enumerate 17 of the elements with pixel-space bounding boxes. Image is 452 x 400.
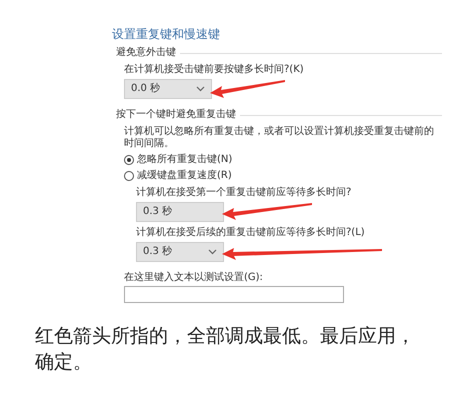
test-input-field[interactable] — [124, 286, 344, 303]
description-text: 计算机可以忽略所有重复击键，或者可以设置计算机接受重复击键前的时间间隔。 — [124, 126, 435, 150]
page-title: 设置重复键和慢速键 — [112, 26, 221, 42]
group-legend: 避免意外击键 — [116, 47, 176, 59]
radio-option[interactable]: 减缓键盘重复速度(R) — [124, 170, 442, 182]
setting-label: 在计算机接受击键前要按键多长时间?(K) — [124, 64, 305, 76]
caption-text: 红色箭头所指的，全部调成最低。最后应用，确定。 — [35, 324, 416, 375]
chevron-icon — [196, 86, 205, 92]
time-dropdown[interactable]: 0.3 秒 — [136, 202, 224, 222]
time-dropdown[interactable]: 0.0 秒 — [124, 79, 212, 99]
setting-label: 计算机在接受第一个重复击键前应等待多长时间? — [136, 187, 352, 199]
setting-label: 计算机在接受后续的重复击键前应等待多长时间?(L) — [136, 227, 366, 239]
radio-option[interactable]: 忽略所有重复击键(N) — [124, 154, 442, 166]
time-dropdown[interactable]: 0.3 秒 — [136, 242, 224, 262]
group-legend: 按下一个键时避免重复击键 — [116, 109, 236, 121]
field-label: 在这里键入文本以测试设置(G): — [124, 272, 264, 284]
chevron-icon — [208, 249, 217, 255]
